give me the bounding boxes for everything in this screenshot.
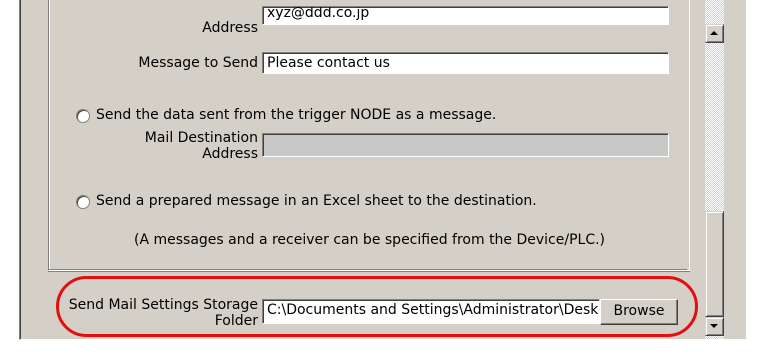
mail-destination-label: Mail Destination Address bbox=[110, 130, 258, 162]
scroll-up-button[interactable] bbox=[705, 24, 724, 43]
excel-note-text: (A messages and a receiver can be specif… bbox=[134, 232, 606, 248]
vertical-scrollbar[interactable] bbox=[705, 0, 724, 339]
storage-folder-label-line1: Send Mail Settings Storage bbox=[68, 297, 258, 313]
storage-folder-path-field[interactable]: C:\Documents and Settings\Administrator\… bbox=[262, 299, 600, 324]
excel-message-label: Send a prepared message in an Excel shee… bbox=[96, 193, 537, 209]
storage-folder-label-line2: Folder bbox=[214, 313, 258, 329]
mail-destination-label-line1: Mail Destination bbox=[144, 130, 258, 146]
browse-button[interactable]: Browse bbox=[600, 299, 678, 325]
excel-message-radio[interactable] bbox=[76, 195, 90, 209]
node-message-label: Send the data sent from the trigger NODE… bbox=[96, 107, 497, 123]
message-label: Message to Send bbox=[138, 55, 258, 71]
triangle-up-icon bbox=[710, 31, 718, 35]
triangle-down-icon bbox=[710, 324, 718, 328]
mail-destination-field[interactable] bbox=[262, 133, 669, 157]
scroll-thumb[interactable] bbox=[705, 211, 724, 317]
address-field[interactable]: xyz@ddd.co.jp bbox=[262, 6, 669, 25]
scroll-down-button[interactable] bbox=[705, 317, 724, 336]
node-message-radio[interactable] bbox=[76, 109, 90, 123]
message-field[interactable]: Please contact us bbox=[262, 52, 669, 74]
address-label: Address bbox=[202, 20, 258, 36]
storage-folder-label: Send Mail Settings Storage Folder bbox=[60, 297, 258, 329]
mail-destination-label-line2: Address bbox=[202, 146, 258, 162]
group-divider bbox=[49, 269, 687, 270]
